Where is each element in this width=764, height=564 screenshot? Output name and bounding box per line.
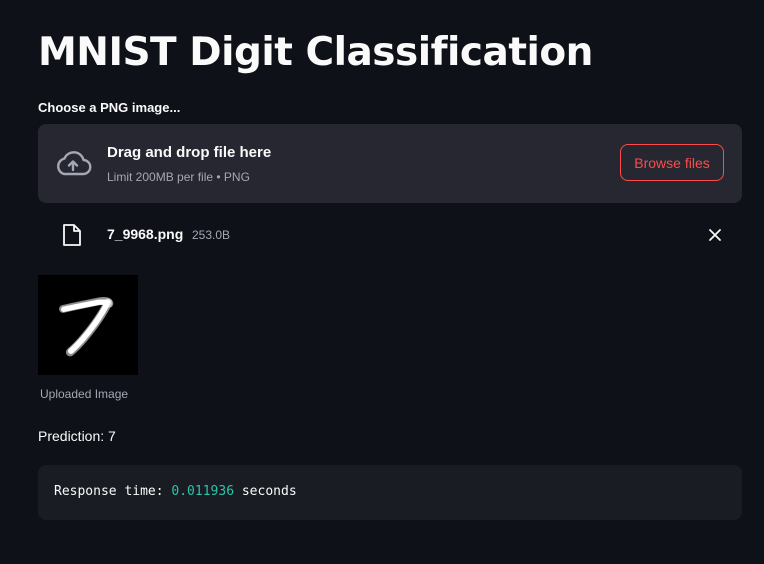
uploader-label: Choose a PNG image... [38,100,181,115]
response-time-value: 0.011936 [171,484,235,499]
dropzone-instructions: Drag and drop file here [107,144,272,161]
page-title: MNIST Digit Classification [38,30,593,75]
response-time-unit: seconds [234,484,297,499]
close-icon[interactable] [704,224,726,246]
prediction-text: Prediction: 7 [38,428,116,444]
uploaded-file-name: 7_9968.png [107,226,184,242]
response-time-label: Response time: [54,484,172,499]
app-main: MNIST Digit Classification Choose a PNG … [0,0,764,564]
image-caption: Uploaded Image [40,387,129,401]
uploaded-file-item: 7_9968.png 253.0B [38,215,742,255]
response-time-line: Response time: 0.011936 seconds [54,484,297,499]
file-dropzone[interactable]: Drag and drop file here Limit 200MB per … [38,124,742,203]
uploaded-file-size: 253.0B [192,228,231,242]
response-time-code-block: Response time: 0.011936 seconds [38,465,742,520]
browse-files-button[interactable]: Browse files [620,144,724,181]
uploaded-digit-image [38,275,138,375]
cloud-upload-icon [57,151,92,176]
file-icon [63,224,81,246]
dropzone-limit: Limit 200MB per file • PNG [107,170,250,184]
